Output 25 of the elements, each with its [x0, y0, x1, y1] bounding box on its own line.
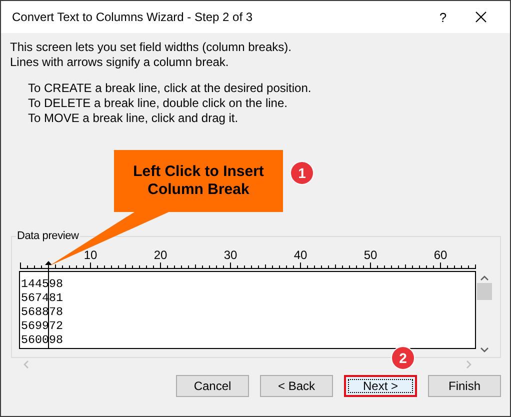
ruler-label: 30 [224, 248, 238, 262]
callout-box: Left Click to Insert Column Break [114, 150, 283, 212]
wizard-button[interactable]: < Back [260, 375, 333, 397]
window-title: Convert Text to Columns Wizard - Step 2 of 3 [12, 10, 254, 24]
step-badge: 2 [392, 347, 414, 369]
scroll-up-icon[interactable] [480, 275, 489, 281]
instruction-text: To DELETE a break line, double click on the line. [28, 96, 288, 111]
ruler-label: 20 [154, 248, 168, 262]
wizard-button[interactable]: Cancel [176, 375, 249, 397]
step-badge: 1 [291, 162, 313, 184]
close-icon[interactable] [475, 11, 487, 23]
scroll-down-icon[interactable] [480, 347, 489, 353]
ruler-label: 50 [364, 248, 378, 262]
wizard-button[interactable]: Next > [344, 375, 417, 397]
intro-text: Lines with arrows signify a column break. [10, 55, 230, 70]
instruction-text: To MOVE a break line, click and drag it. [28, 111, 240, 126]
ruler-label: 40 [294, 248, 308, 262]
help-button[interactable]: ? [433, 10, 453, 24]
instruction-text: To CREATE a break line, click at the desired position. [28, 81, 312, 96]
group-label: Data preview [16, 230, 80, 242]
intro-text: This screen lets you set field widths (column breaks). [10, 40, 292, 55]
ruler-label: 10 [84, 248, 98, 262]
wizard-button[interactable]: Finish [428, 375, 501, 397]
ruler-label: 60 [434, 248, 448, 262]
scrollbar-thumb[interactable] [477, 283, 492, 300]
